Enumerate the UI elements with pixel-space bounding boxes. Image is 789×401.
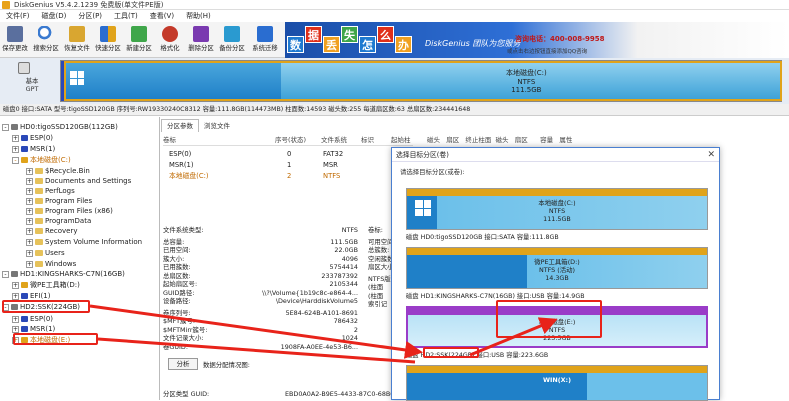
arrow-to-disk xyxy=(89,304,423,359)
annotation-arrows xyxy=(89,304,558,364)
arrow-to-partition-line xyxy=(97,337,416,364)
arrow-to-partition xyxy=(469,317,558,357)
